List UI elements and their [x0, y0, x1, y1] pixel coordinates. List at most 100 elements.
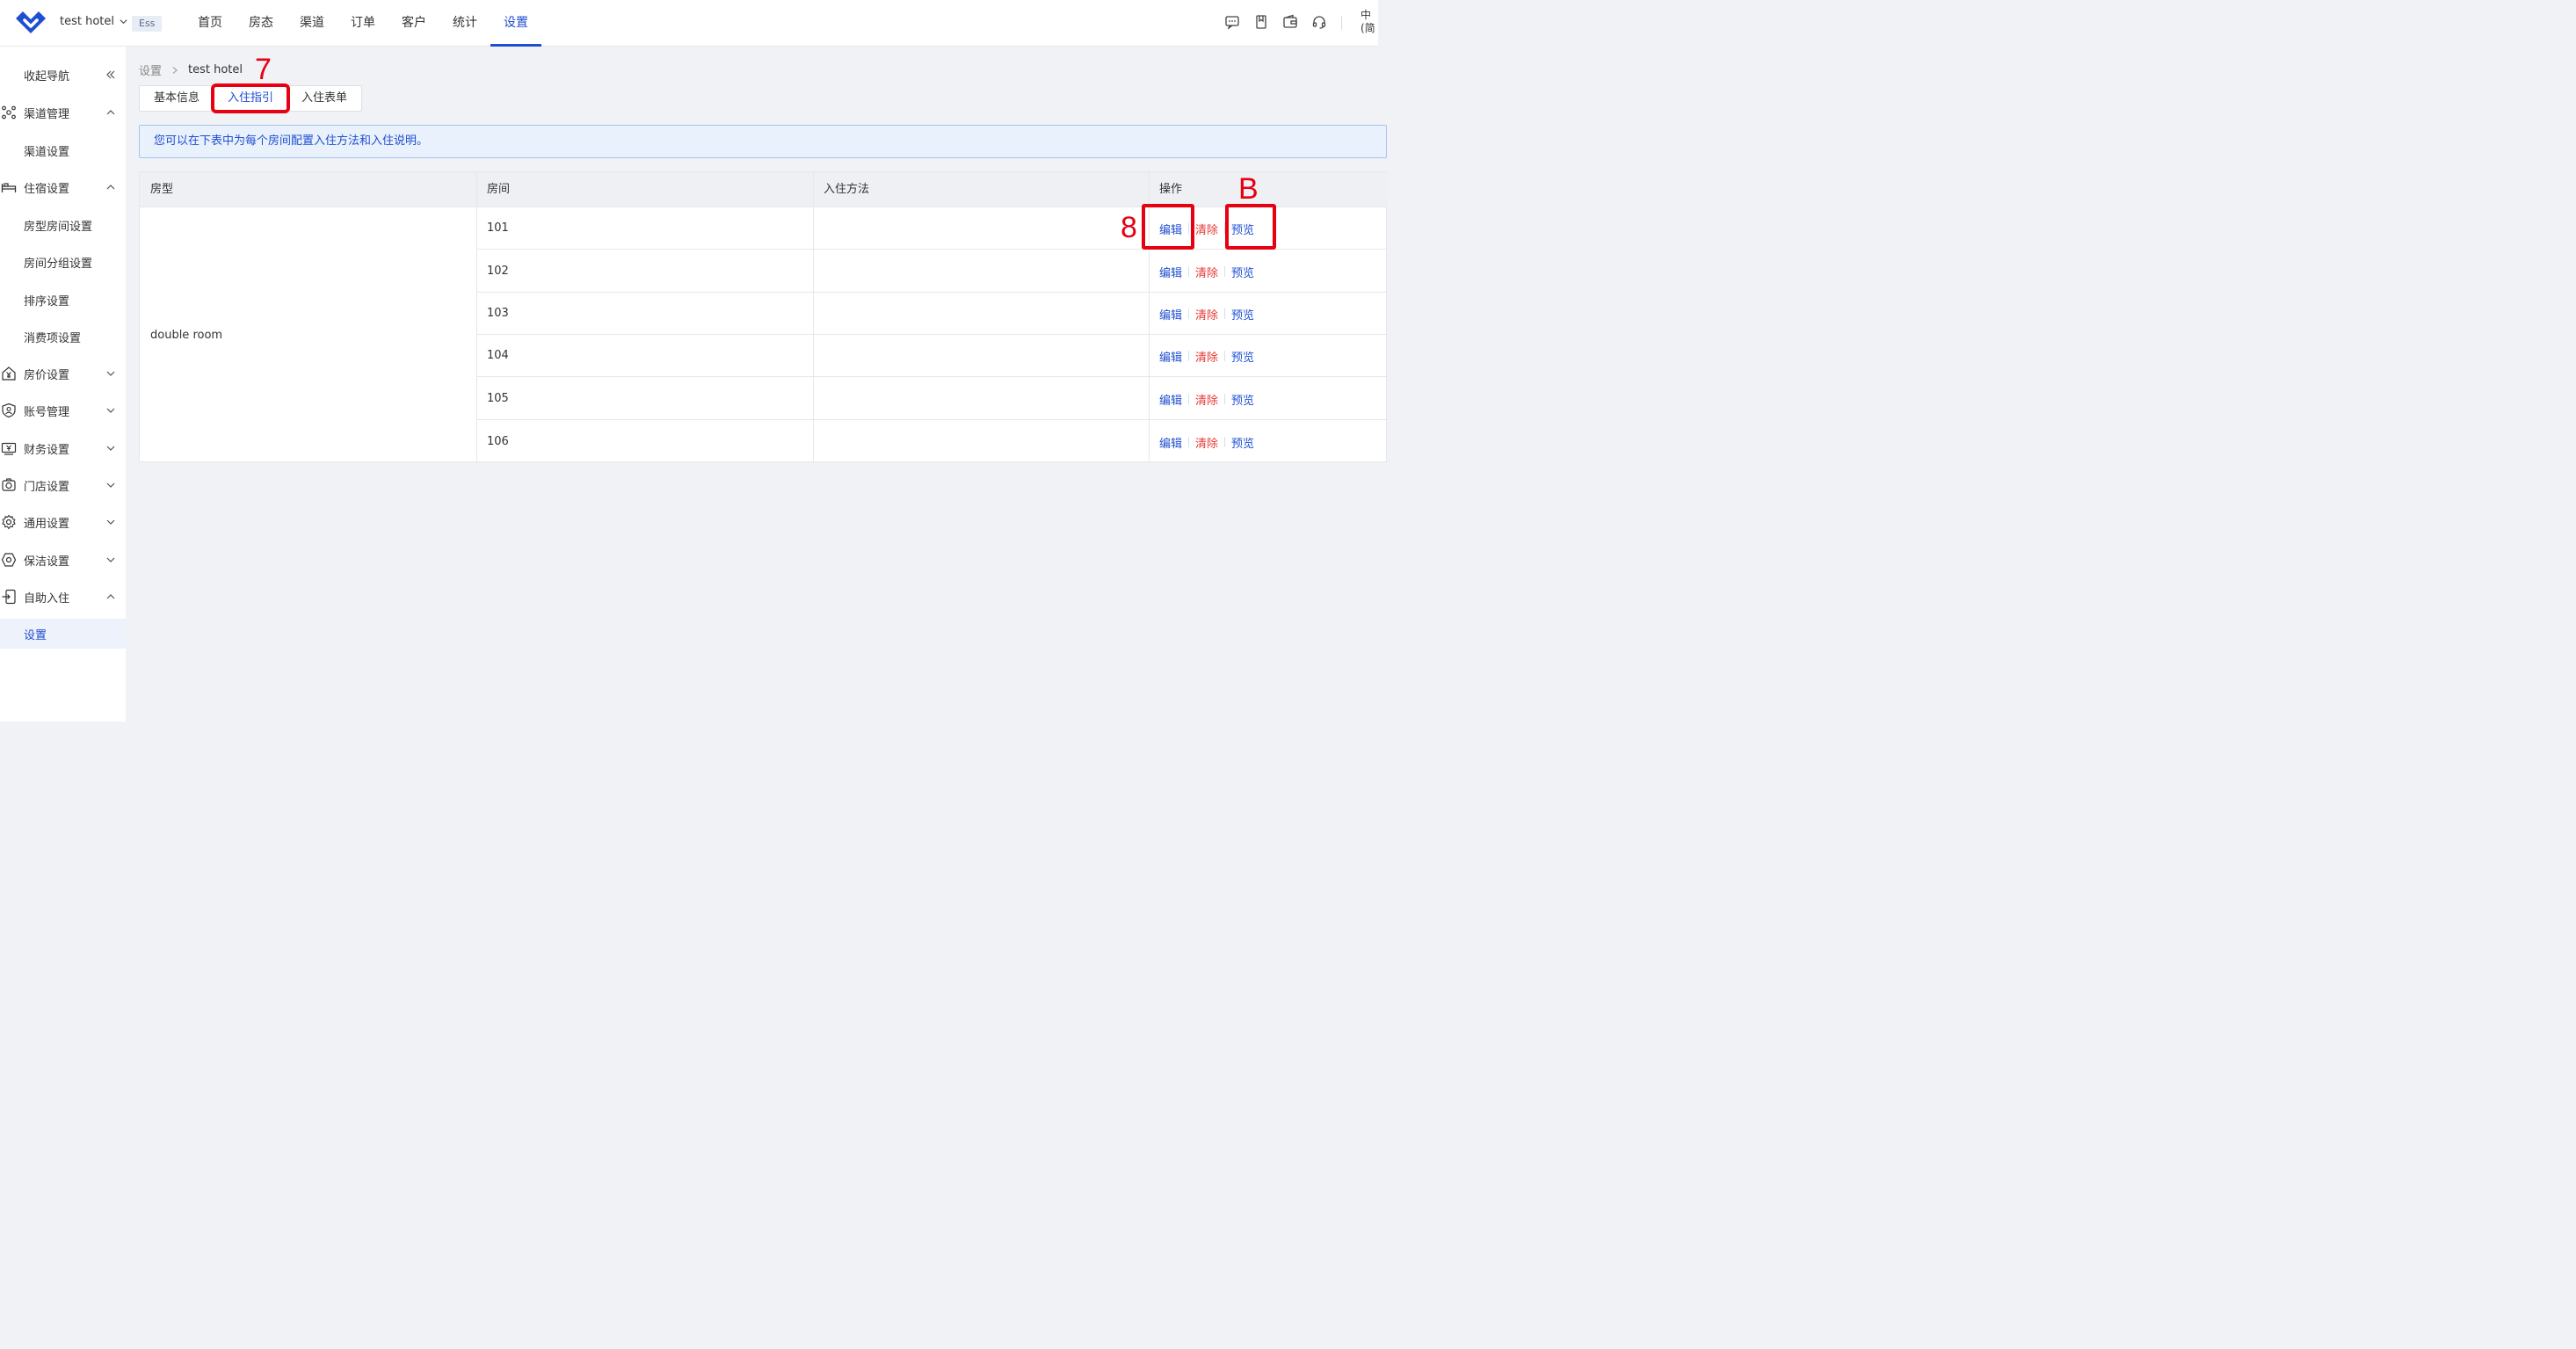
action-divider	[1188, 437, 1190, 447]
tab-checkin-guide[interactable]: 入住指引	[211, 83, 291, 113]
nav-settings[interactable]: 设置	[490, 0, 541, 47]
action-divider	[1224, 437, 1226, 447]
action-divider	[1188, 308, 1190, 319]
sidebar-item-sort-settings[interactable]: 排序设置	[0, 285, 126, 315]
sidebar-item-room-type-settings[interactable]: 房型房间设置	[0, 210, 126, 240]
edit-button[interactable]: 编辑	[1159, 221, 1182, 237]
sidebar-item-rate-settings[interactable]: 房价设置	[0, 359, 126, 388]
gear-icon	[2, 514, 16, 530]
edit-button[interactable]: 编辑	[1159, 434, 1182, 451]
action-divider	[1224, 266, 1226, 277]
edit-button[interactable]: 编辑	[1159, 391, 1182, 408]
sidebar-label-consumption-settings: 消费项设置	[24, 331, 82, 345]
sidebar-item-store-settings[interactable]: 门店设置	[0, 470, 126, 500]
breadcrumb-root[interactable]: 设置	[139, 62, 162, 78]
top-header: test hotel Ess 首页 房态 渠道 订单 客户 统计 设置 中 (简	[0, 0, 1378, 47]
action-divider	[1224, 351, 1226, 361]
edit-button[interactable]: 编辑	[1159, 264, 1182, 280]
sidebar-item-lodging-settings[interactable]: 住宿设置	[0, 172, 126, 202]
preview-button[interactable]: 预览	[1231, 391, 1254, 408]
sidebar-label-self-checkin-settings: 设置	[24, 628, 47, 642]
breadcrumb: 设置 test hotel	[139, 62, 243, 78]
tab-checkin-form[interactable]: 入住表单	[287, 86, 361, 111]
tab-bar: 基本信息 入住指引 入住表单	[139, 83, 363, 113]
bed-icon	[1, 183, 17, 192]
cell-room: 106	[487, 435, 509, 448]
sidebar-item-room-group-settings[interactable]: 房间分组设置	[0, 247, 126, 277]
sidebar-item-channel-settings[interactable]: 渠道设置	[0, 135, 126, 165]
table-row: 101 编辑 清除 预览	[476, 207, 1388, 250]
user-shield-icon	[2, 403, 16, 418]
action-divider	[1224, 223, 1226, 234]
sidebar-item-self-checkin[interactable]: 自助入住	[0, 582, 126, 612]
nav-statistics[interactable]: 统计	[439, 0, 490, 47]
clear-button[interactable]: 清除	[1195, 391, 1218, 408]
yen-house-icon	[2, 366, 16, 381]
sidebar-label-channel-management: 渠道管理	[24, 107, 70, 121]
header-tools	[1224, 14, 1327, 30]
language-switcher[interactable]: 中 (简	[1361, 9, 1375, 35]
nav-channels[interactable]: 渠道	[287, 0, 337, 47]
sidebar-label-account-management: 账号管理	[24, 405, 70, 419]
sidebar-label-self-checkin: 自助入住	[24, 591, 70, 606]
annotation-mark-edit: 8	[1121, 211, 1137, 244]
checkin-guide-table: 房型 房间 入住方法 操作 double room 101 编辑 清除 预览 1…	[139, 171, 1388, 463]
preview-button[interactable]: 预览	[1231, 348, 1254, 365]
headset-icon[interactable]	[1311, 14, 1327, 30]
edit-button[interactable]: 编辑	[1159, 348, 1182, 365]
column-header-checkin-method: 入住方法	[824, 183, 870, 196]
clear-button[interactable]: 清除	[1195, 221, 1218, 237]
edit-button[interactable]: 编辑	[1159, 306, 1182, 323]
row-actions: 编辑 清除 预览	[1159, 378, 1254, 420]
sidebar-item-general-settings[interactable]: 通用设置	[0, 507, 126, 537]
plan-badge: Ess	[132, 16, 163, 32]
self-checkin-icon	[2, 589, 16, 605]
row-actions: 编辑 清除 预览	[1159, 335, 1254, 377]
sidebar-item-channel-management[interactable]: 渠道管理	[0, 98, 126, 127]
sidebar-item-account-management[interactable]: 账号管理	[0, 395, 126, 425]
sidebar-label-general-settings: 通用设置	[24, 517, 70, 531]
cell-room: 104	[487, 349, 509, 362]
sidebar-label-lodging-settings: 住宿设置	[24, 182, 70, 196]
sidebar-item-finance-settings[interactable]: 财务设置	[0, 433, 126, 463]
sidebar-item-consumption-settings[interactable]: 消费项设置	[0, 322, 126, 352]
sidebar-item-cleaning-settings[interactable]: 保洁设置	[0, 545, 126, 575]
sidebar-label-cleaning-settings: 保洁设置	[24, 555, 70, 569]
preview-button[interactable]: 预览	[1231, 306, 1254, 323]
language-line-2: (简	[1361, 22, 1375, 34]
clear-button[interactable]: 清除	[1195, 348, 1218, 365]
action-divider	[1188, 351, 1190, 361]
tab-basic-info[interactable]: 基本信息	[140, 86, 214, 111]
action-divider	[1224, 308, 1226, 319]
sidebar-label-room-type-settings: 房型房间设置	[24, 220, 93, 234]
chevron-down-icon	[120, 19, 127, 25]
chevron-down-icon	[106, 482, 115, 488]
annotation-mark-tab: 7	[255, 53, 272, 86]
clear-button[interactable]: 清除	[1195, 264, 1218, 280]
nav-room-status[interactable]: 房态	[236, 0, 287, 47]
sidebar-collapse[interactable]: 收起导航	[0, 60, 126, 90]
clear-button[interactable]: 清除	[1195, 434, 1218, 451]
clear-button[interactable]: 清除	[1195, 306, 1218, 323]
sidebar-item-self-checkin-settings[interactable]: 设置	[0, 619, 126, 649]
preview-button[interactable]: 预览	[1231, 434, 1254, 451]
bookmark-icon[interactable]	[1253, 14, 1269, 30]
wallet-icon[interactable]	[1282, 14, 1298, 30]
preview-button[interactable]: 预览	[1231, 264, 1254, 280]
table-row: 106 编辑 清除 预览	[476, 421, 1388, 463]
nav-customers[interactable]: 客户	[388, 0, 439, 47]
nav-orders[interactable]: 订单	[337, 0, 388, 47]
preview-button[interactable]: 预览	[1231, 221, 1254, 237]
chevron-down-icon	[106, 557, 115, 562]
logo-icon[interactable]	[14, 8, 47, 36]
chevron-down-icon	[106, 446, 115, 451]
cell-room: 103	[487, 307, 509, 320]
table-row: 105 编辑 清除 预览	[476, 378, 1388, 420]
chevron-down-icon	[106, 371, 115, 376]
table-row: 103 编辑 清除 预览	[476, 293, 1388, 335]
cell-room: 105	[487, 392, 509, 405]
double-chevron-left-icon	[106, 70, 115, 79]
hotel-selector[interactable]: test hotel	[60, 15, 128, 28]
message-icon[interactable]	[1224, 14, 1240, 30]
nav-home[interactable]: 首页	[185, 0, 236, 47]
